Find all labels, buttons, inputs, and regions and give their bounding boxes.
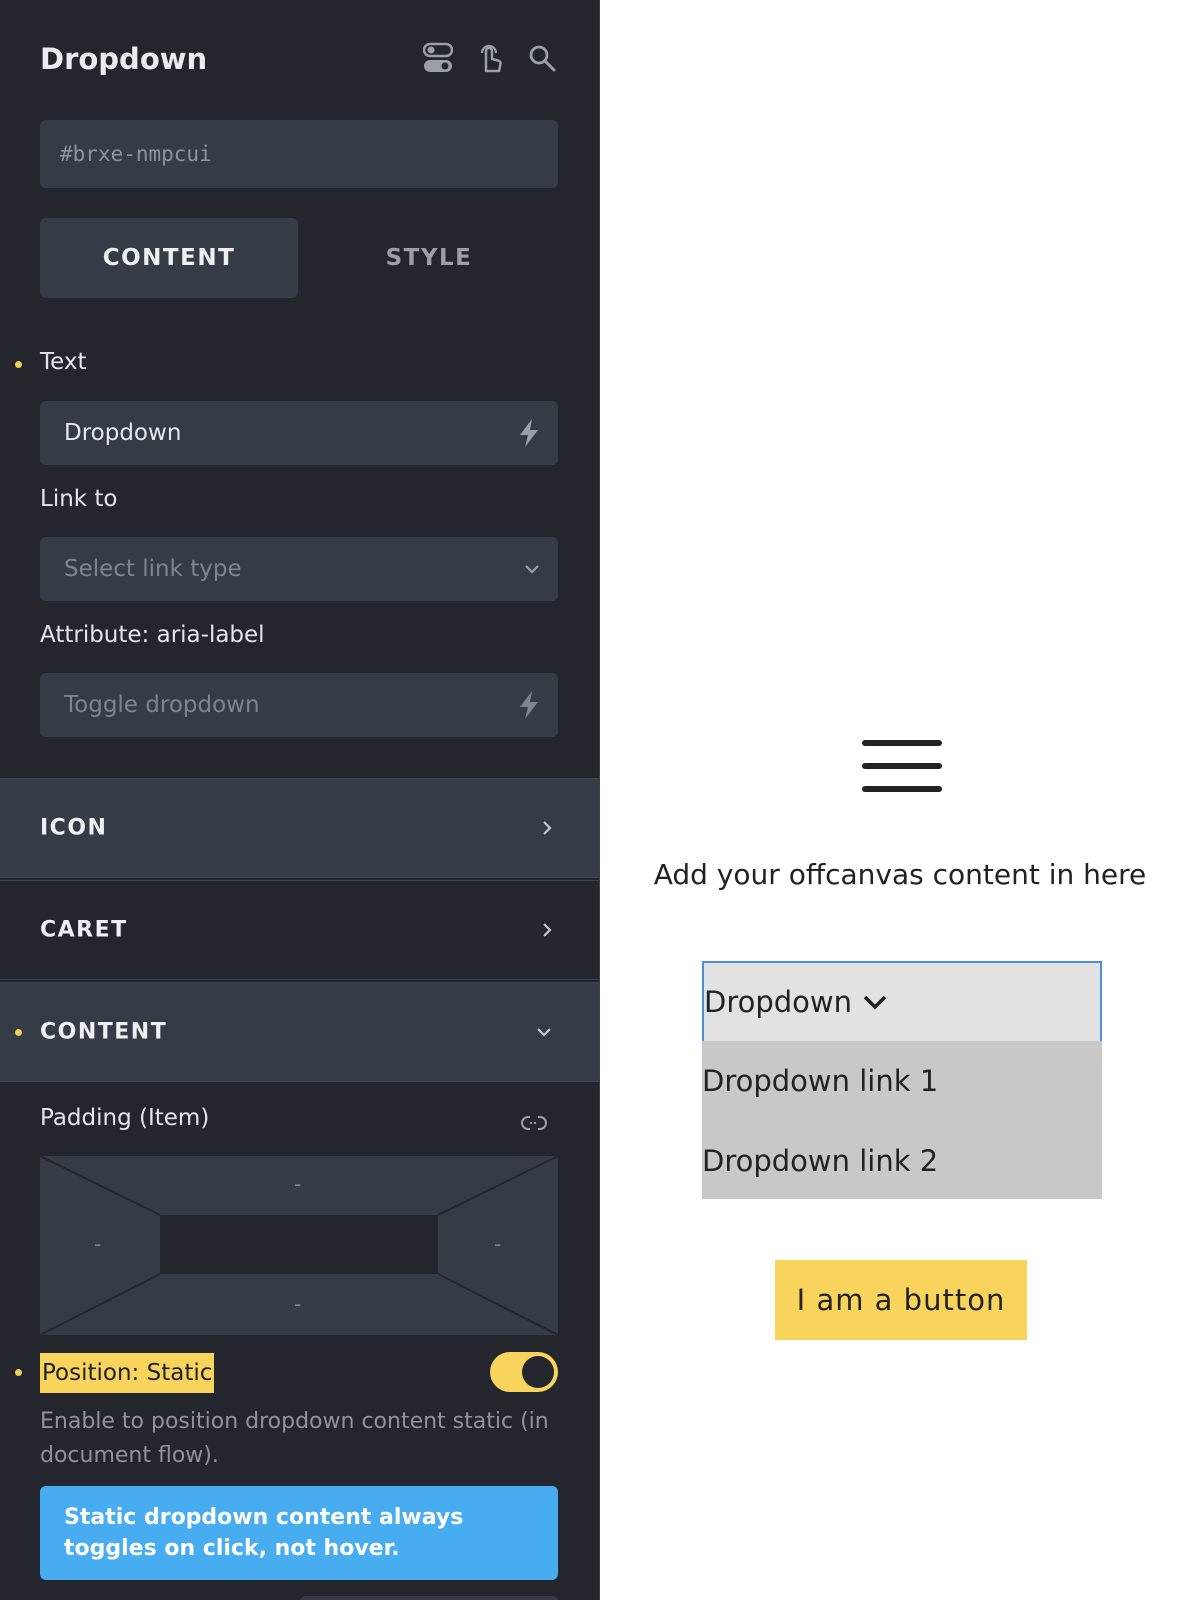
offcanvas-text: Add your offcanvas content in here bbox=[653, 858, 1147, 891]
section-icon-title: ICON bbox=[40, 815, 108, 841]
panel-title: Dropdown bbox=[40, 42, 208, 76]
bolt-icon[interactable] bbox=[518, 690, 540, 720]
chevron-down-icon bbox=[524, 564, 540, 574]
tab-content[interactable]: CONTENT bbox=[40, 218, 298, 298]
element-id-input[interactable]: #brxe-nmpcui bbox=[40, 120, 558, 188]
panel-tabs: CONTENT STYLE bbox=[40, 218, 558, 298]
dropdown-link-2[interactable]: Dropdown link 2 bbox=[702, 1144, 938, 1178]
position-static-label: Position: Static bbox=[40, 1353, 215, 1393]
aria-label-label: Attribute: aria-label bbox=[40, 622, 265, 648]
position-static-toggle[interactable] bbox=[490, 1352, 558, 1392]
changed-indicator bbox=[15, 1369, 22, 1376]
text-label: Text bbox=[40, 349, 87, 375]
text-input[interactable]: Dropdown bbox=[40, 401, 558, 465]
info-note: Static dropdown content always toggles o… bbox=[40, 1486, 558, 1580]
section-content[interactable]: CONTENT bbox=[0, 982, 599, 1082]
chevron-right-icon bbox=[542, 922, 552, 938]
section-content-title: CONTENT bbox=[40, 1019, 168, 1045]
builder-panel: Dropdown #brxe-nmpcui CONTENT STYLE Text… bbox=[0, 0, 600, 1600]
dropdown-label: Dropdown bbox=[704, 985, 853, 1019]
section-icon[interactable]: ICON bbox=[0, 778, 599, 878]
dropdown-menu: Dropdown link 1 Dropdown link 2 bbox=[702, 1041, 1102, 1199]
position-static-description: Enable to position dropdown content stat… bbox=[40, 1409, 549, 1468]
aria-label-placeholder: Toggle dropdown bbox=[64, 692, 260, 718]
padding-label: Padding (Item) bbox=[40, 1105, 210, 1131]
aria-label-input[interactable]: Toggle dropdown bbox=[40, 673, 558, 737]
link-type-select[interactable]: Select link type bbox=[40, 537, 558, 601]
padding-bottom-input[interactable]: - bbox=[294, 1292, 301, 1316]
link-to-label: Link to bbox=[40, 486, 118, 512]
toggle-icon[interactable] bbox=[421, 40, 455, 76]
cutoff-control bbox=[300, 1596, 558, 1600]
chevron-down-icon bbox=[536, 1027, 552, 1037]
text-input-value: Dropdown bbox=[64, 420, 182, 446]
section-caret[interactable]: CARET bbox=[0, 880, 599, 980]
changed-indicator bbox=[15, 1029, 22, 1036]
section-caret-title: CARET bbox=[40, 917, 128, 943]
padding-right-input[interactable]: - bbox=[494, 1232, 501, 1256]
toggle-knob bbox=[522, 1356, 554, 1388]
dropdown-toggle[interactable]: Dropdown bbox=[702, 961, 1102, 1041]
dropdown-link-1[interactable]: Dropdown link 1 bbox=[702, 1064, 938, 1098]
unlink-icon[interactable] bbox=[521, 1111, 547, 1135]
chevron-down-icon bbox=[862, 994, 888, 1010]
padding-left-input[interactable]: - bbox=[94, 1232, 101, 1256]
panel-header: Dropdown bbox=[40, 38, 559, 82]
link-type-placeholder: Select link type bbox=[64, 556, 242, 582]
chevron-right-icon bbox=[542, 820, 552, 836]
hamburger-icon[interactable] bbox=[862, 740, 942, 792]
padding-box: - - - - bbox=[40, 1156, 558, 1335]
header-icons bbox=[421, 40, 559, 76]
bolt-icon[interactable] bbox=[518, 418, 540, 448]
i-am-a-button[interactable]: I am a button bbox=[775, 1260, 1027, 1340]
changed-indicator bbox=[15, 361, 22, 368]
padding-top-input[interactable]: - bbox=[294, 1172, 301, 1196]
search-icon[interactable] bbox=[525, 40, 559, 76]
pointer-icon[interactable] bbox=[473, 40, 507, 76]
tab-style[interactable]: STYLE bbox=[300, 218, 558, 298]
